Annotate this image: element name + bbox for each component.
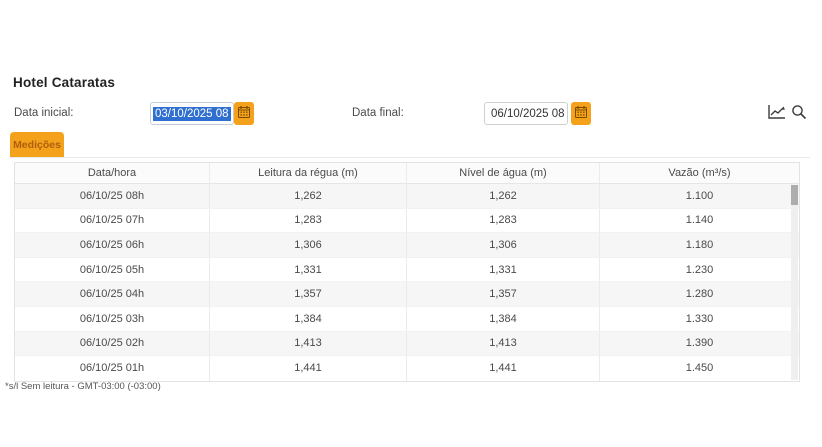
table-row: 06/10/25 08h1,2621,2621.100 <box>15 184 799 209</box>
calendar-icon <box>238 106 250 121</box>
table-cell: 1,384 <box>407 307 600 331</box>
column-header-nivel-agua: Nível de água (m) <box>407 163 600 183</box>
table-cell: 1.280 <box>600 282 799 306</box>
table-cell: 1,283 <box>407 209 600 233</box>
search-icon[interactable] <box>791 104 807 123</box>
table-cell: 1,306 <box>210 233 407 257</box>
table-row: 06/10/25 01h1,4411,4411.450 <box>15 356 799 381</box>
table-cell: 1.330 <box>600 307 799 331</box>
calendar-icon <box>575 106 587 121</box>
column-header-leitura-regua: Leitura da régua (m) <box>210 163 407 183</box>
table-row: 06/10/25 05h1,3311,3311.230 <box>15 258 799 283</box>
table-cell: 1,441 <box>407 356 600 381</box>
table-body: 06/10/25 08h1,2621,2621.10006/10/25 07h1… <box>15 184 799 381</box>
table-cell: 1,283 <box>210 209 407 233</box>
tab-medicoes-label: Medições <box>13 139 61 151</box>
start-date-input[interactable]: 03/10/2025 08 <box>150 102 234 125</box>
table-cell: 1,384 <box>210 307 407 331</box>
page: Hotel Cataratas Data inicial: 03/10/2025… <box>0 0 822 447</box>
table-cell: 06/10/25 01h <box>15 356 210 381</box>
table-cell: 1,357 <box>210 282 407 306</box>
table-cell: 06/10/25 06h <box>15 233 210 257</box>
table-cell: 1,331 <box>407 258 600 282</box>
end-date-input[interactable]: 06/10/2025 08 <box>484 102 568 125</box>
table-cell: 1,331 <box>210 258 407 282</box>
start-date-calendar-button[interactable] <box>234 102 254 125</box>
column-header-vazao: Vazão (m³/s) <box>600 163 799 183</box>
table-cell: 1.230 <box>600 258 799 282</box>
table-cell: 06/10/25 08h <box>15 184 210 208</box>
table-cell: 06/10/25 03h <box>15 307 210 331</box>
table-cell: 06/10/25 02h <box>15 332 210 356</box>
table-row: 06/10/25 04h1,3571,3571.280 <box>15 282 799 307</box>
measurements-table: Data/hora Leitura da régua (m) Nível de … <box>14 162 800 382</box>
table-cell: 1,262 <box>407 184 600 208</box>
page-title: Hotel Cataratas <box>13 75 115 90</box>
table-cell: 1,306 <box>407 233 600 257</box>
table-row: 06/10/25 07h1,2831,2831.140 <box>15 209 799 234</box>
table-row: 06/10/25 06h1,3061,3061.180 <box>15 233 799 258</box>
table-cell: 1,357 <box>407 282 600 306</box>
footnote: *s/l Sem leitura - GMT-03:00 (-03:00) <box>5 381 161 392</box>
tabbar-divider <box>10 157 810 158</box>
table-cell: 06/10/25 07h <box>15 209 210 233</box>
table-cell: 1,413 <box>210 332 407 356</box>
end-date-label: Data final: <box>352 107 404 119</box>
table-scrollbar[interactable] <box>791 185 798 380</box>
end-date-value: 06/10/2025 08 <box>491 108 565 120</box>
column-header-data-hora: Data/hora <box>15 163 210 183</box>
table-cell: 1,441 <box>210 356 407 381</box>
end-date-calendar-button[interactable] <box>571 102 591 125</box>
table-header-row: Data/hora Leitura da régua (m) Nível de … <box>15 163 799 184</box>
chart-icon[interactable] <box>768 104 786 123</box>
table-row: 06/10/25 02h1,4131,4131.390 <box>15 332 799 357</box>
table-row: 06/10/25 03h1,3841,3841.330 <box>15 307 799 332</box>
table-cell: 1,262 <box>210 184 407 208</box>
table-cell: 1.180 <box>600 233 799 257</box>
scrollbar-thumb[interactable] <box>791 185 798 205</box>
start-date-label: Data inicial: <box>14 107 73 119</box>
table-cell: 06/10/25 04h <box>15 282 210 306</box>
table-cell: 1,413 <box>407 332 600 356</box>
tab-medicoes[interactable]: Medições <box>10 132 64 158</box>
table-cell: 1.450 <box>600 356 799 381</box>
table-cell: 06/10/25 05h <box>15 258 210 282</box>
start-date-value: 03/10/2025 08 <box>153 107 231 121</box>
table-cell: 1.390 <box>600 332 799 356</box>
table-cell: 1.140 <box>600 209 799 233</box>
table-cell: 1.100 <box>600 184 799 208</box>
